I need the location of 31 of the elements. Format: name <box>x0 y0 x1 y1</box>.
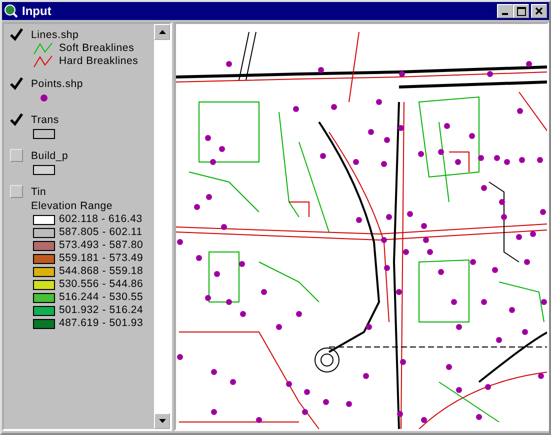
close-button[interactable] <box>531 4 547 18</box>
layer-name: Lines.shp <box>31 28 80 42</box>
legend-label: Hard Breaklines <box>59 55 138 68</box>
legend-label: 544.868 - 559.18 <box>59 265 144 278</box>
layer-checkbox[interactable] <box>10 113 23 126</box>
legend-label: 487.619 - 501.93 <box>59 317 144 330</box>
legend-label: 530.556 - 544.86 <box>59 278 144 291</box>
layer-checkbox[interactable] <box>10 28 23 41</box>
scroll-down-button[interactable] <box>154 413 170 429</box>
up-arrow-icon <box>158 30 166 34</box>
layer-checkbox[interactable] <box>10 77 23 90</box>
legend-heading: Elevation Range <box>31 199 114 213</box>
maximize-button[interactable] <box>513 4 529 18</box>
legend-label: 559.181 - 573.49 <box>59 252 144 265</box>
maximize-icon <box>516 6 526 16</box>
layer-name: Build_p <box>31 149 68 163</box>
globe-magnifier-icon <box>4 4 18 18</box>
legend-label: Soft Breaklines <box>59 42 134 55</box>
layer-name: Trans <box>31 113 59 127</box>
legend-label: 501.932 - 516.24 <box>59 304 144 317</box>
close-icon <box>535 7 543 15</box>
layer-name: Tin <box>31 185 48 199</box>
legend-label: 602.118 - 616.43 <box>59 213 142 226</box>
scroll-up-button[interactable] <box>154 24 170 40</box>
layer-name: Points.shp <box>31 77 84 91</box>
minimize-button[interactable] <box>497 4 513 18</box>
window-title: Input <box>22 4 52 18</box>
legend-label: 573.493 - 587.80 <box>59 239 144 252</box>
legend-label: 587.805 - 602.11 <box>59 226 142 239</box>
legend-label: 516.244 - 530.55 <box>59 291 144 304</box>
down-arrow-icon <box>158 419 166 423</box>
